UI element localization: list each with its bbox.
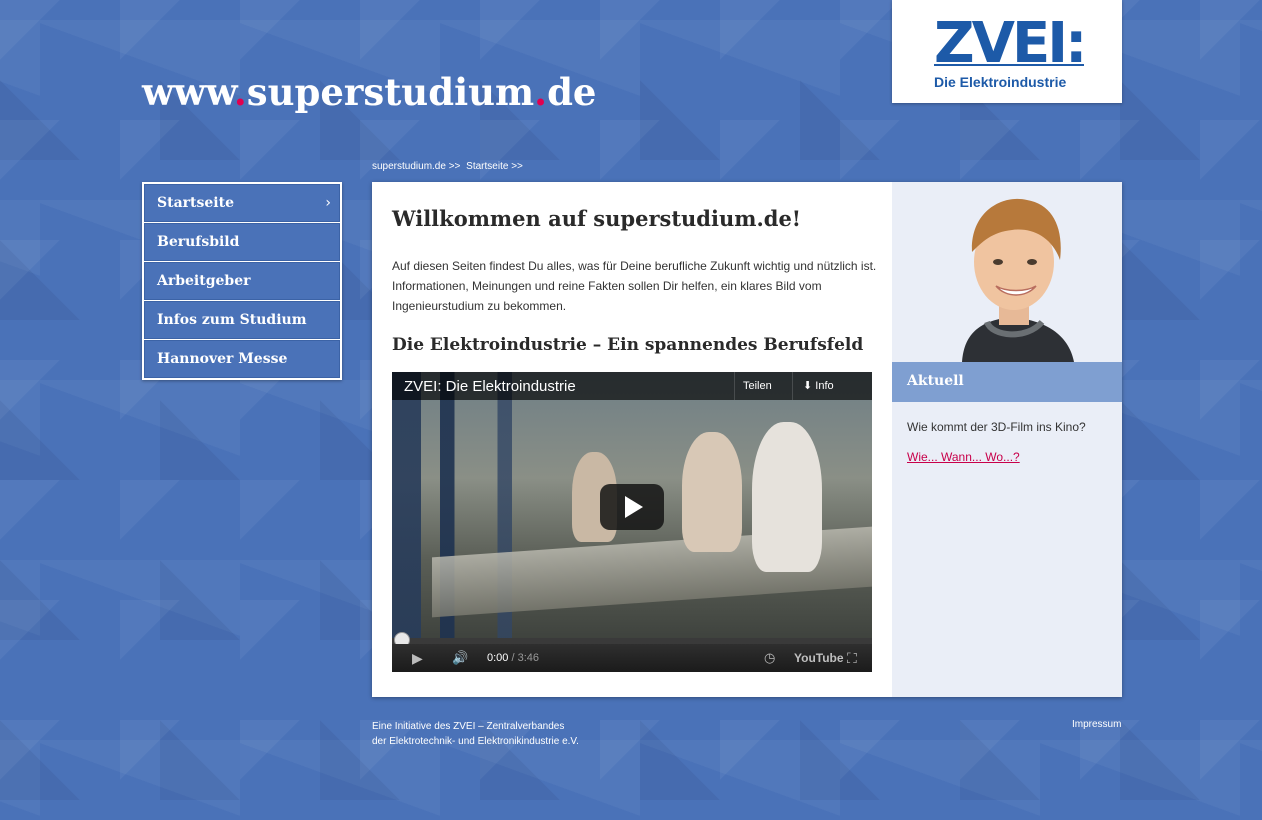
nav-item-label: Arbeitgeber [157, 273, 251, 289]
nav-item-arbeitgeber[interactable]: Arbeitgeber [144, 262, 340, 300]
news-link[interactable]: Wie... Wann... Wo...? [907, 450, 1020, 464]
site-title-tld: de [547, 70, 597, 114]
zvei-logo-icon: ZVEI: [934, 14, 1084, 70]
main-content: Willkommen auf superstudium.de! Auf dies… [372, 182, 892, 697]
breadcrumb: superstudium.de >> Startseite >> [372, 161, 526, 172]
youtube-logo[interactable]: YouTube [794, 644, 844, 672]
page-title: Willkommen auf superstudium.de! [392, 206, 802, 231]
zvei-logo-text: ZVEI: [934, 14, 1084, 70]
fullscreen-icon[interactable]: ⛶ [847, 644, 857, 672]
portrait-illustration [892, 182, 1122, 362]
site-title[interactable]: www.superstudium.de [142, 70, 596, 114]
site-title-main: superstudium [246, 70, 535, 114]
site-title-dot: . [233, 70, 247, 114]
video-title[interactable]: ZVEI: Die Elektroindustrie [404, 378, 576, 395]
play-icon[interactable]: ▶ [412, 644, 423, 672]
aktuell-title: Aktuell [907, 373, 964, 389]
sidebar: Aktuell Wie kommt der 3D-Film ins Kino? … [892, 182, 1122, 697]
nav-item-label: Infos zum Studium [157, 312, 307, 328]
aktuell-header: Aktuell [892, 362, 1122, 402]
video-controls: ▶ 🔊 0:00 / 3:46 ◷ YouTube ⛶ [392, 644, 872, 672]
volume-icon[interactable]: 🔊 [452, 644, 468, 672]
chevron-right-icon: › [325, 195, 331, 211]
zvei-logo[interactable]: ZVEI: Die Elektroindustrie [892, 0, 1122, 103]
breadcrumb-item[interactable]: Startseite >> [466, 161, 523, 172]
nav-item-label: Berufsbild [157, 234, 240, 250]
nav-item-startseite[interactable]: Startseite › [144, 184, 340, 222]
main-navigation: Startseite › Berufsbild Arbeitgeber Info… [142, 182, 342, 380]
impressum-link[interactable]: Impressum [1072, 719, 1121, 730]
info-button[interactable]: ⬇ Info [792, 372, 844, 400]
video-duration: / 3:46 [511, 652, 540, 664]
video-scene-person [682, 432, 742, 552]
current-time: 0:00 [487, 652, 509, 664]
footer-line: der Elektrotechnik- und Elektronikindust… [372, 736, 579, 747]
portrait-image [892, 182, 1122, 362]
footer-credit: Eine Initiative des ZVEI – Zentralverban… [372, 719, 579, 749]
nav-item-label: Hannover Messe [157, 351, 288, 367]
footer-line: Eine Initiative des ZVEI – Zentralverban… [372, 721, 565, 732]
share-button[interactable]: Teilen [734, 372, 780, 400]
video-player[interactable]: ZVEI: Die Elektroindustrie Teilen ⬇ Info… [392, 372, 872, 672]
zvei-logo-subtitle: Die Elektroindustrie [934, 74, 1067, 90]
play-button[interactable] [600, 484, 664, 530]
video-top-bar: ZVEI: Die Elektroindustrie Teilen ⬇ Info [392, 372, 872, 400]
news-teaser: Wie kommt der 3D-Film ins Kino? [907, 420, 1086, 434]
video-time: 0:00 / 3:46 [487, 644, 539, 672]
intro-text: Auf diesen Seiten findest Du alles, was … [392, 259, 877, 313]
breadcrumb-item[interactable]: superstudium.de >> [372, 161, 460, 172]
chevron-down-icon: ⬇ [803, 380, 816, 392]
section-heading: Die Elektroindustrie – Ein spannendes Be… [392, 335, 864, 355]
nav-item-berufsbild[interactable]: Berufsbild [144, 223, 340, 261]
info-label: Info [815, 380, 834, 392]
video-scene-person [752, 422, 822, 572]
nav-item-label: Startseite [157, 195, 234, 211]
nav-item-hannover-messe[interactable]: Hannover Messe [144, 340, 340, 378]
site-title-prefix: www [142, 70, 234, 114]
watch-later-icon[interactable]: ◷ [764, 644, 775, 672]
nav-item-infos-zum-studium[interactable]: Infos zum Studium [144, 301, 340, 339]
site-title-dot: . [534, 70, 548, 114]
